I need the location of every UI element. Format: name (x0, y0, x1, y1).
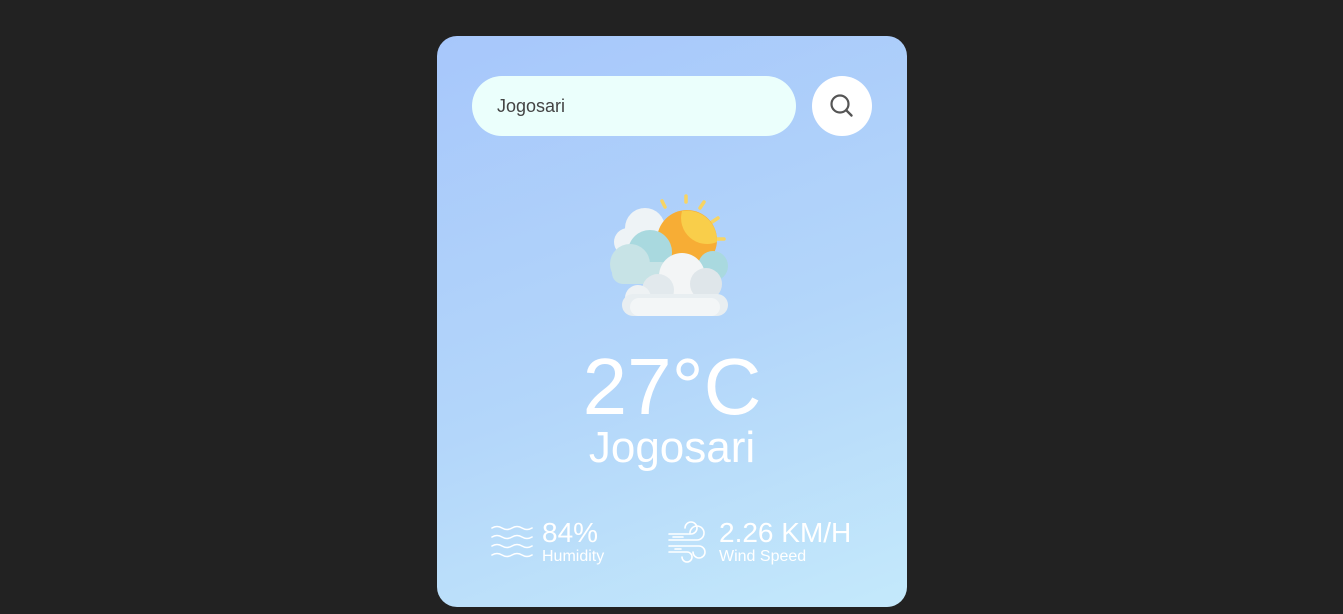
wind-label: Wind Speed (719, 548, 807, 565)
humidity-label: Humidity (542, 548, 605, 565)
humidity-text: 84% Humidity (542, 518, 604, 566)
temperature: 27°C (582, 342, 762, 431)
city-name: Jogosari (588, 423, 756, 472)
weather-card: 27°C Jogosari 84% Humidity (437, 36, 907, 607)
wind-value: 2.26 KM/H (719, 517, 852, 548)
wind-detail: 2.26 KM/H Wind Speed (667, 518, 851, 566)
search-button[interactable] (812, 76, 872, 136)
wind-text: 2.26 KM/H Wind Speed (719, 518, 851, 566)
wind-icon (667, 520, 711, 564)
humidity-value: 84% (542, 517, 599, 548)
city-search-input[interactable] (472, 76, 796, 136)
search-icon (829, 93, 855, 119)
humidity-waves-icon (490, 520, 534, 564)
humidity-detail: 84% Humidity (490, 518, 604, 566)
partly-cloudy-icon (600, 186, 745, 316)
